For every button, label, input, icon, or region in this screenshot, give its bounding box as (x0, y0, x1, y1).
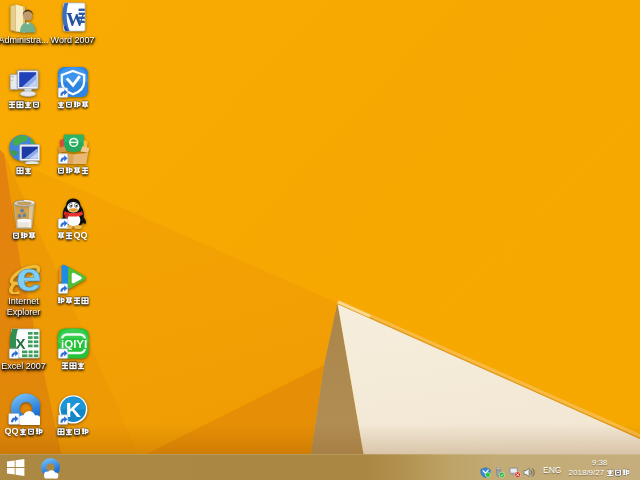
svg-text:iQIYI: iQIYI (61, 338, 87, 350)
